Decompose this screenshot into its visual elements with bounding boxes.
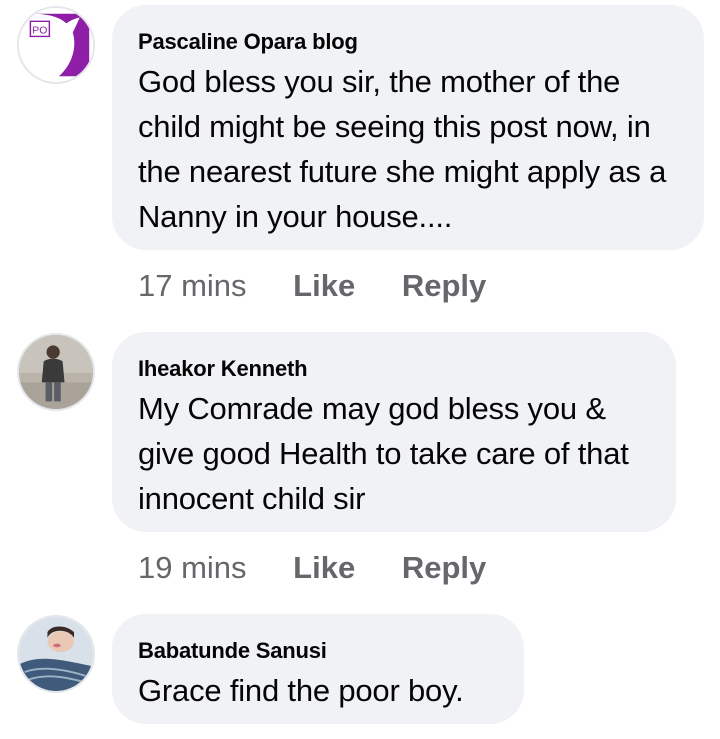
comment-bubble: Babatunde Sanusi Grace find the poor boy… [112, 614, 524, 724]
comment-timestamp[interactable]: 17 mins [138, 266, 247, 306]
user-photo-icon [19, 335, 93, 409]
avatar[interactable] [17, 333, 95, 411]
comment-bubble: Iheakor Kenneth My Comrade may god bless… [112, 332, 676, 532]
comment-author[interactable]: Pascaline Opara blog [138, 29, 678, 55]
comment-actions: 19 mins Like Reply [138, 548, 486, 588]
like-button[interactable]: Like [293, 548, 355, 588]
comment-author[interactable]: Iheakor Kenneth [138, 356, 650, 382]
avatar[interactable]: PO [17, 6, 95, 84]
user-photo-icon [19, 617, 93, 691]
avatar[interactable] [17, 615, 95, 693]
comment-text: God bless you sir, the mother of the chi… [138, 64, 667, 234]
avatar-badge-text: PO [32, 26, 47, 37]
comment-author[interactable]: Babatunde Sanusi [138, 638, 498, 664]
comment-bubble: Pascaline Opara blog God bless you sir, … [112, 5, 704, 250]
comment-timestamp[interactable]: 19 mins [138, 548, 247, 588]
pascaline-logo-icon: PO [19, 8, 93, 82]
reply-button[interactable]: Reply [402, 548, 486, 588]
like-button[interactable]: Like [293, 266, 355, 306]
comment-actions: 17 mins Like Reply [138, 266, 486, 306]
comment-text: My Comrade may god bless you & give good… [138, 391, 629, 516]
comment-text: Grace find the poor boy. [138, 673, 464, 708]
reply-button[interactable]: Reply [402, 266, 486, 306]
